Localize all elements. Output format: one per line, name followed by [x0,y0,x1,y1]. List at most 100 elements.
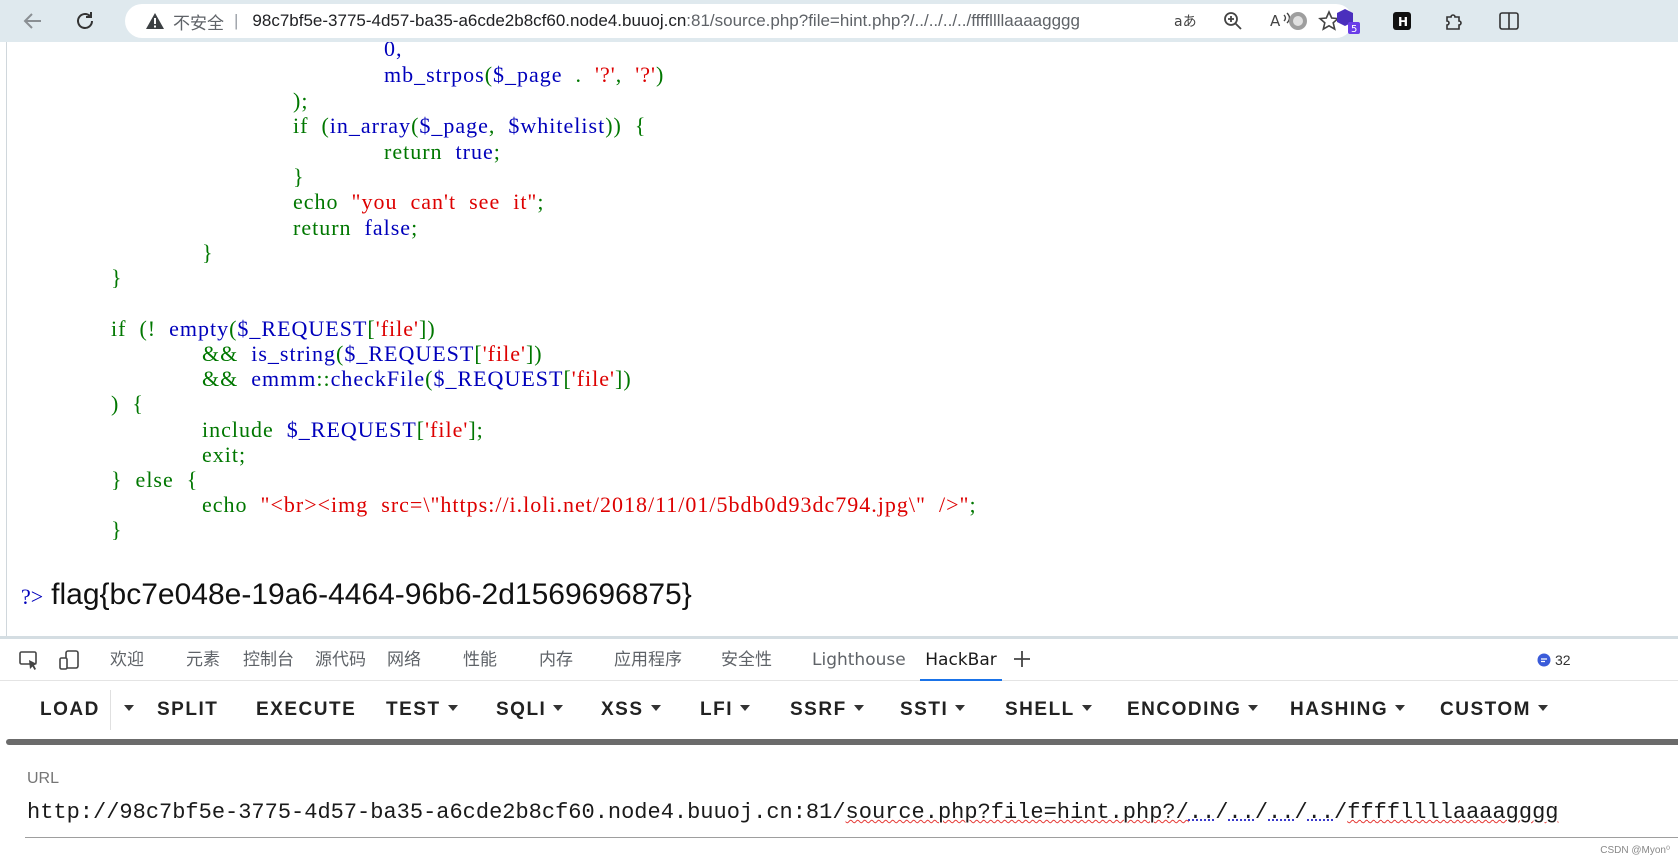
tab-network[interactable]: 网络 [387,639,421,681]
zoom-icon[interactable] [1209,4,1257,38]
code-line: ) { [111,391,144,416]
ssrf-menu-button[interactable]: SSRF [790,682,864,738]
tab-lighthouse[interactable]: Lighthouse [812,639,906,681]
load-dropdown-button[interactable] [117,682,134,738]
hexagon-extension-icon[interactable]: 5 [1334,7,1362,35]
shell-menu-button[interactable]: SHELL [1005,682,1092,738]
encoding-menu-button[interactable]: ENCODING [1127,682,1259,738]
tab-hackbar[interactable]: HackBar [920,639,1002,681]
svg-text:H: H [1398,15,1408,29]
toolbar-divider [110,690,111,730]
chevron-down-icon [740,704,750,711]
code-line: } [111,265,123,290]
hashing-label: HASHING [1290,699,1389,720]
code-line: exit; [202,442,247,467]
url-slash: / [1334,800,1348,825]
tab-welcome[interactable]: 欢迎 [110,639,144,681]
chevron-down-icon [955,704,966,711]
sqli-menu-button[interactable]: SQLI [496,682,564,738]
address-bar[interactable]: 不安全 | 98c7bf5e-3775-4d57-ba35-a6cde2b8cf… [125,4,1353,38]
chevron-down-icon [1537,704,1548,711]
test-label: TEST [386,699,441,720]
chevron-down-icon [1081,704,1092,711]
svg-text:aあ: aあ [1174,14,1196,30]
page-content: 0, mb_strpos($_page . '?', '?') ); if (i… [6,42,1678,636]
svg-text:5: 5 [1351,24,1357,35]
refresh-icon[interactable] [70,6,100,36]
issues-count: 32 [1555,652,1571,668]
xss-label: XSS [601,699,644,720]
devtools-panel: 欢迎 元素 控制台 源代码 网络 性能 内存 应用程序 安全性 Lighthou… [0,636,1678,860]
tab-memory[interactable]: 内存 [539,639,573,681]
lfi-menu-button[interactable]: LFI [700,682,750,738]
tab-performance[interactable]: 性能 [463,639,497,681]
load-button[interactable]: LOAD [40,682,100,738]
custom-menu-button[interactable]: CUSTOM [1440,682,1548,738]
chevron-down-icon [124,704,134,711]
circle-extension-icon[interactable] [1284,7,1312,35]
hashing-menu-button[interactable]: HASHING [1290,682,1406,738]
browser-toolbar: 不安全 | 98c7bf5e-3775-4d57-ba35-a6cde2b8cf… [0,0,1678,42]
code-line: if (in_array($_page, $whitelist)) { [293,113,647,138]
execute-button[interactable]: EXECUTE [256,682,356,738]
url-prefix: http://98c7bf5e-3775-4d57-ba35-a6cde2b8c… [27,800,846,825]
devtools-tab-bar: 欢迎 元素 控制台 源代码 网络 性能 内存 应用程序 安全性 Lighthou… [0,639,1678,681]
shell-label: SHELL [1005,699,1075,720]
url-source-part: source.php?file=hint.php?/ [845,800,1189,825]
test-menu-button[interactable]: TEST [386,682,458,738]
url-tail: ffffllllaaaagggg [1347,800,1559,825]
code-line: ); [293,88,309,113]
ssrf-label: SSRF [790,699,847,720]
code-line: echo "<br><img src=\"https://i.loli.net/… [202,492,977,517]
chat-icon [1537,653,1551,667]
code-line: return true; [384,139,501,164]
code-line: } [111,517,123,542]
puzzle-icon[interactable] [1440,7,1468,35]
split-button[interactable]: SPLIT [157,682,218,738]
url-dots: .. [1268,800,1295,825]
code-line: } else { [111,467,199,492]
url-dots: .. [1228,800,1255,825]
security-label[interactable]: 不安全 [173,9,224,34]
flag-text: flag{bc7e048e-19a6-4464-96b6-2d156969687… [51,578,692,611]
code-line: if (! empty($_REQUEST['file']) [111,316,436,341]
hackbar-extension-icon[interactable]: H [1388,7,1416,35]
chevron-down-icon [1395,704,1406,711]
tab-sources[interactable]: 源代码 [315,639,366,681]
code-line: && is_string($_REQUEST['file']) [202,341,543,366]
custom-label: CUSTOM [1440,699,1531,720]
chevron-down-icon [1248,704,1259,711]
ssti-label: SSTI [900,699,949,720]
url-slash: / [1254,800,1269,825]
add-tab-icon[interactable] [1012,649,1032,674]
url-dots: .. [1307,800,1335,825]
encoding-label: ENCODING [1127,699,1242,720]
code-line: include $_REQUEST['file']; [202,417,484,442]
code-line: } [202,240,214,265]
tab-application[interactable]: 应用程序 [614,639,682,681]
code-line: } [293,164,305,189]
issues-badge[interactable]: 32 [1537,652,1571,668]
split-screen-icon[interactable] [1495,7,1523,35]
svg-text:A: A [1270,12,1281,30]
url-slash: / [1215,800,1229,825]
tab-elements[interactable]: 元素 [186,639,220,681]
code-line: return false; [293,215,419,240]
ssti-menu-button[interactable]: SSTI [900,682,966,738]
lfi-label: LFI [700,699,733,720]
back-icon[interactable] [18,6,48,36]
php-close-tag: ?> [21,584,44,609]
url-field-label: URL [27,770,60,787]
address-bar-actions: aあ A [1161,4,1353,38]
url-separator: | [234,11,239,30]
watermark: CSDN @Myon⁰ [1600,845,1670,856]
xss-menu-button[interactable]: XSS [601,682,661,738]
tab-security[interactable]: 安全性 [721,639,772,681]
tab-console[interactable]: 控制台 [243,639,294,681]
device-toolbar-icon[interactable] [58,649,80,676]
inspect-element-icon[interactable] [18,649,40,676]
warning-icon[interactable] [145,11,165,31]
translate-icon[interactable]: aあ [1161,4,1209,38]
url-input[interactable]: http://98c7bf5e-3775-4d57-ba35-a6cde2b8c… [27,800,1558,825]
hackbar-toolbar: LOAD SPLIT EXECUTE TEST SQLI XSS LFI SSR… [0,682,1678,738]
